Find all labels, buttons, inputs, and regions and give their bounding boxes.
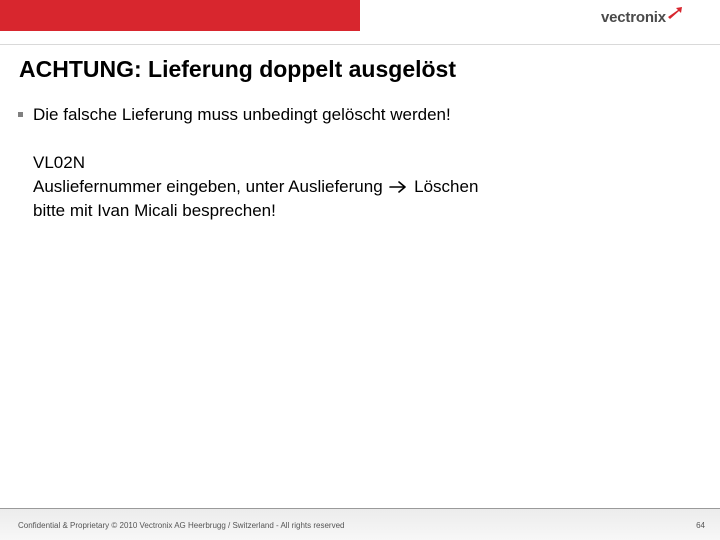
bullet-text: Die falsche Lieferung muss unbedingt gel… [33, 105, 451, 124]
bullet-square-icon [18, 112, 23, 117]
slide-title: ACHTUNG: Lieferung doppelt ausgelöst [19, 56, 456, 82]
contact-line: bitte mit Ivan Micali besprechen! [33, 201, 276, 220]
instruction-line: Ausliefernummer eingeben, unter Ausliefe… [33, 175, 478, 199]
header-accent-bar [0, 0, 360, 31]
vectronix-logo: vectronix [601, 6, 683, 28]
footer-copyright: Confidential & Proprietary © 2010 Vectro… [18, 521, 345, 530]
instruction-line-end: Löschen [414, 177, 479, 196]
right-arrow-icon [389, 181, 407, 193]
vectronix-swoosh-icon [667, 7, 682, 19]
header-divider [0, 44, 720, 45]
logo-text: vectronix [601, 8, 666, 26]
bullet-item: Die falsche Lieferung muss unbedingt gel… [18, 105, 451, 125]
page-number: 64 [696, 521, 705, 530]
transaction-code-line: VL02N [33, 153, 85, 172]
instruction-line-start: Ausliefernummer eingeben, unter Ausliefe… [33, 177, 383, 196]
instruction-text: VL02N Ausliefernummer eingeben, unter Au… [33, 151, 478, 223]
